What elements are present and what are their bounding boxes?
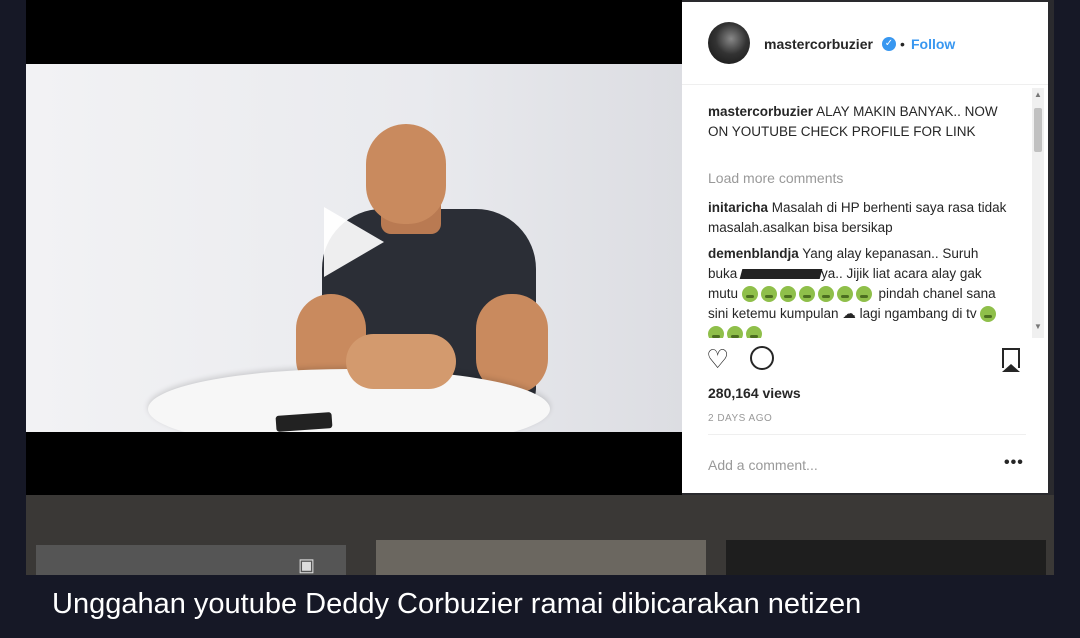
comments-list[interactable]: mastercorbuzier ALAY MAKIN BANYAK.. NOW … xyxy=(682,88,1032,338)
comment-text: lagi ngambang di tv xyxy=(859,306,977,321)
list-item: demenblandja Yang alay kepanasan.. Suruh… xyxy=(708,244,1008,338)
more-options-button[interactable]: ••• xyxy=(1004,454,1024,472)
follow-button[interactable]: Follow xyxy=(911,36,955,52)
post-caption: mastercorbuzier ALAY MAKIN BANYAK.. NOW … xyxy=(708,102,1008,142)
list-item: initaricha Masalah di HP berhenti saya r… xyxy=(708,198,1008,238)
emoji-icon xyxy=(727,326,743,338)
verified-badge-icon: ✓ xyxy=(882,37,896,51)
emoji-icon xyxy=(817,286,834,303)
emoji-icon xyxy=(980,306,997,323)
emoji-icon xyxy=(798,286,815,303)
emoji-icon xyxy=(760,286,777,303)
view-count: 280,164 views xyxy=(708,385,801,401)
camera-icon: ▣ xyxy=(298,555,316,575)
comment-username[interactable]: demenblandja xyxy=(708,246,799,261)
separator-dot: • xyxy=(900,36,905,52)
play-icon[interactable] xyxy=(324,207,384,277)
background-tile xyxy=(376,540,706,575)
divider xyxy=(708,434,1026,435)
post-actions: ♡ xyxy=(682,342,1048,382)
emoji-icon xyxy=(741,286,758,303)
comment-username[interactable]: initaricha xyxy=(708,200,768,215)
caption-text: Unggahan youtube Deddy Corbuzier ramai d… xyxy=(52,588,862,620)
emoji-icon xyxy=(855,286,872,303)
post-header: mastercorbuzier ✓ • Follow xyxy=(682,2,1048,85)
emoji-icon xyxy=(746,326,762,338)
load-more-comments[interactable]: Load more comments xyxy=(708,170,843,186)
scrollbar-thumb[interactable] xyxy=(1034,108,1042,152)
timestamp: 2 DAYS AGO xyxy=(708,413,773,424)
username[interactable]: mastercorbuzier xyxy=(764,36,873,52)
scroll-down-arrow-icon[interactable]: ▼ xyxy=(1034,322,1042,331)
comment-icon[interactable] xyxy=(750,346,774,370)
avatar[interactable] xyxy=(708,22,750,64)
background-tile xyxy=(726,540,1046,575)
add-comment-input[interactable]: Add a comment... xyxy=(708,457,818,473)
video-player[interactable] xyxy=(26,0,682,495)
post-panel: mastercorbuzier ✓ • Follow mastercorbuzi… xyxy=(682,2,1048,493)
redaction-mark xyxy=(739,269,823,280)
person-hands xyxy=(346,334,456,389)
heart-icon[interactable]: ♡ xyxy=(706,346,729,372)
caption-username[interactable]: mastercorbuzier xyxy=(708,104,813,119)
scroll-up-arrow-icon[interactable]: ▲ xyxy=(1034,90,1042,99)
emoji-icon xyxy=(836,286,853,303)
emoji-icon xyxy=(779,286,796,303)
bookmark-icon[interactable] xyxy=(1002,348,1020,372)
emoji-icon xyxy=(708,326,724,338)
cloud-emoji-icon: ☁ xyxy=(842,306,856,321)
video-frame xyxy=(26,64,682,432)
